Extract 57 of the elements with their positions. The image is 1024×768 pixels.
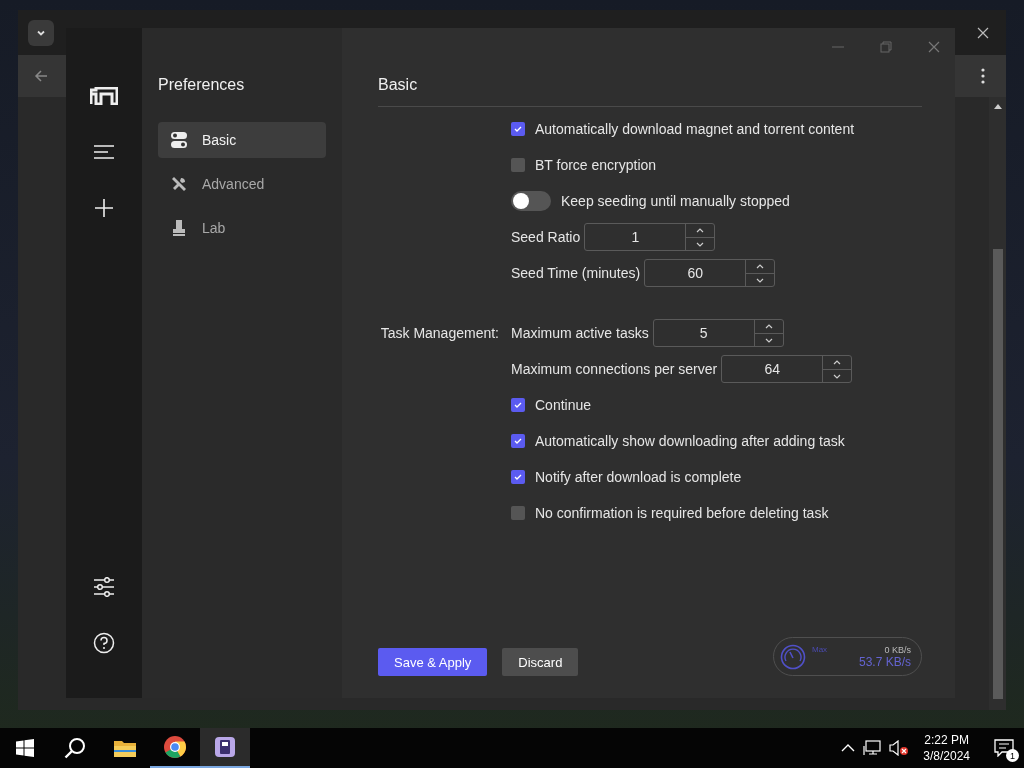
notification-button[interactable]: 1 xyxy=(992,736,1016,760)
speedometer-icon xyxy=(780,643,806,670)
number-field[interactable]: 60 xyxy=(644,259,776,287)
discard-button[interactable]: Discard xyxy=(502,648,579,676)
save-button[interactable]: Save & Apply xyxy=(378,648,488,676)
checkbox[interactable] xyxy=(511,158,525,172)
check-icon xyxy=(513,472,523,482)
checkbox-label: No confirmation is required before deleting task xyxy=(535,505,829,521)
windows-logo-icon xyxy=(16,739,34,757)
sidebar-item[interactable]: Lab xyxy=(158,210,326,246)
sidebar-item[interactable]: Basic xyxy=(158,122,326,158)
checkbox-label: BT force encryption xyxy=(535,157,657,173)
tools-icon xyxy=(170,175,188,193)
checkbox[interactable] xyxy=(511,398,525,412)
checkbox-label: Continue xyxy=(535,397,592,413)
checkbox[interactable] xyxy=(511,506,525,520)
number-field[interactable]: 1 xyxy=(584,223,716,251)
field-label: Maximum connections per server xyxy=(511,361,718,377)
download-speed: 53.7 KB/s xyxy=(858,654,911,669)
check-icon xyxy=(513,436,523,446)
number-field[interactable]: 64 xyxy=(721,355,853,383)
menu-icon[interactable] xyxy=(93,144,115,160)
field-label: Seed Ratio xyxy=(511,229,581,245)
checkbox[interactable] xyxy=(511,470,525,484)
checkbox[interactable] xyxy=(511,434,525,448)
section-label: Task Management: xyxy=(380,325,499,341)
network-icon[interactable] xyxy=(863,740,882,756)
number-field[interactable]: 5 xyxy=(652,319,784,347)
scrollbar-thumb[interactable] xyxy=(992,249,1003,699)
app-icon[interactable] xyxy=(200,728,250,768)
muted-speaker-icon[interactable] xyxy=(889,740,910,756)
toggle-switch[interactable] xyxy=(511,191,551,211)
sidebar-item[interactable]: Advanced xyxy=(158,166,326,202)
help-icon[interactable] xyxy=(93,632,115,654)
plus-icon[interactable] xyxy=(94,198,114,218)
settings-icon[interactable] xyxy=(93,577,115,597)
logo-icon[interactable] xyxy=(90,87,118,105)
upload-speed: 0 KB/s xyxy=(884,644,911,655)
checkbox-label: Automatically download magnet and torrent content xyxy=(535,121,855,137)
check-icon xyxy=(513,400,523,410)
checkbox-label: Notify after download is complete xyxy=(535,469,742,485)
speed-limit-label: Max xyxy=(812,644,828,655)
field-label: Maximum active tasks xyxy=(511,325,649,341)
chevron-up-icon[interactable] xyxy=(841,743,856,753)
sidebar-title: Preferences xyxy=(158,76,245,94)
checkbox-label: Automatically show downloading after adding task xyxy=(535,433,845,449)
field-label: Seed Time (minutes) xyxy=(511,265,641,281)
stamp-icon xyxy=(170,219,188,237)
page-title: Basic xyxy=(378,76,418,94)
clock-time[interactable]: 2:22 PM xyxy=(924,733,969,747)
clock-date[interactable]: 3/8/2024 xyxy=(923,749,970,763)
tab-search-button[interactable] xyxy=(28,19,54,46)
toggle-label: Keep seeding until manually stopped xyxy=(561,193,790,209)
check-icon xyxy=(513,124,523,134)
scroll-up-icon[interactable] xyxy=(993,103,1002,109)
checkbox[interactable] xyxy=(511,122,525,136)
toggles-icon xyxy=(170,131,188,149)
